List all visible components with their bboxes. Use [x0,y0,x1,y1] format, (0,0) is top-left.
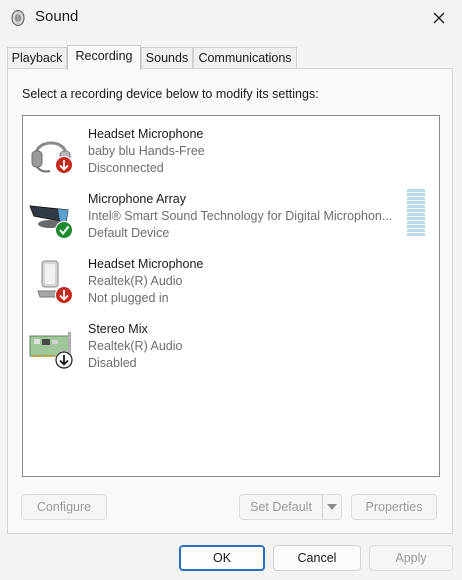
window-title: Sound [35,8,79,25]
recording-panel: Select a recording device below to modif… [7,68,453,534]
headset-icon [31,141,73,174]
close-icon [433,12,445,24]
device-description: Realtek(R) Audio [88,274,183,288]
device-state: Disabled [88,356,137,370]
tab-recording[interactable]: Recording [67,45,141,70]
device-description: baby blu Hands-Free [88,144,205,158]
properties-button[interactable]: Properties [351,494,437,520]
list-item-device[interactable]: Stereo Mix Realtek(R) Audio Disabled [24,316,438,378]
apply-button[interactable]: Apply [369,545,453,571]
title-bar: Sound [0,0,462,36]
device-description: Intel® Smart Sound Technology for Digita… [88,209,393,223]
set-default-dropdown[interactable] [322,494,342,520]
microphone-icon [37,260,73,304]
list-item-device[interactable]: Microphone Array Intel® Smart Sound Tech… [24,186,438,248]
configure-button[interactable]: Configure [21,494,107,520]
tab-communications[interactable]: Communications [193,47,297,69]
tab-playback[interactable]: Playback [7,47,67,69]
device-name: Headset Microphone [88,127,204,141]
list-item-device[interactable]: Headset Microphone Realtek(R) Audio Not … [24,251,438,313]
device-state: Not plugged in [88,291,169,305]
set-default-button[interactable]: Set Default [239,494,323,520]
tab-sounds[interactable]: Sounds [141,47,193,69]
device-name: Stereo Mix [88,322,148,336]
list-item-device[interactable]: Headset Microphone baby blu Hands-Free D… [24,121,438,183]
cancel-button[interactable]: Cancel [273,545,361,571]
device-name: Headset Microphone [88,257,204,271]
device-list[interactable]: Headset Microphone baby blu Hands-Free D… [22,115,440,477]
device-name: Microphone Array [88,192,186,206]
microphone-array-icon [29,205,73,239]
chevron-down-icon [327,504,337,510]
speaker-icon [11,10,25,26]
device-description: Realtek(R) Audio [88,339,183,353]
sound-card-icon [29,332,73,369]
device-state: Disconnected [88,161,164,175]
close-button[interactable] [416,0,462,36]
ok-button[interactable]: OK [179,545,265,571]
level-meter [407,189,425,239]
device-state: Default Device [88,226,170,240]
instruction-text: Select a recording device below to modif… [22,87,319,101]
checkmark-badge [56,222,72,238]
